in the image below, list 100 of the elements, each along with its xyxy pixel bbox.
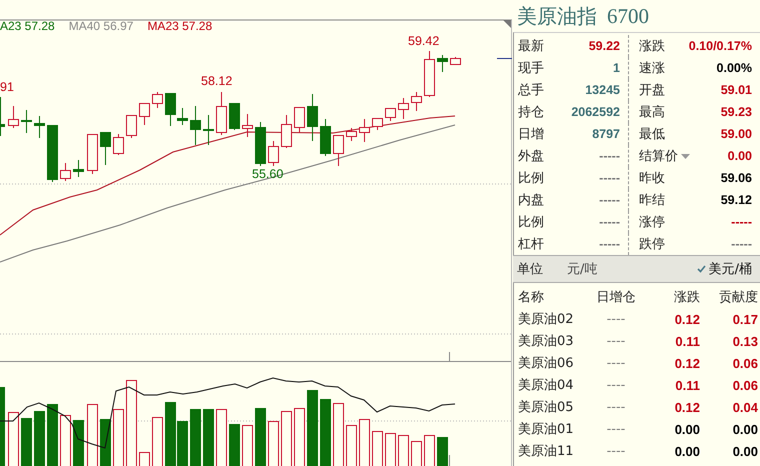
candlestick	[359, 118, 370, 142]
table-cell-text: 0.13	[732, 334, 758, 348]
table-cell-text: 0.12	[674, 356, 700, 370]
unit-option[interactable]: 美元/桶	[696, 260, 752, 278]
quote-value: 8797	[592, 127, 620, 141]
moving-average-legend: A23 57.28	[0, 19, 55, 33]
quote-value: 0.00	[728, 149, 752, 163]
candlestick	[346, 128, 357, 142]
volume-bar	[165, 402, 176, 466]
candlestick	[424, 50, 435, 98]
quote-label: 跌停	[639, 236, 665, 253]
column-header: 日增仓	[596, 289, 636, 306]
quote-value: 13245	[585, 83, 620, 97]
candlestick	[21, 110, 32, 134]
quote-label: 比例	[518, 214, 544, 231]
candlestick	[203, 114, 214, 146]
quote-label: 昨收	[639, 170, 665, 187]
volume-bar	[100, 419, 111, 466]
quote-value: -----	[731, 237, 752, 251]
column-header: 名称	[517, 289, 545, 306]
contract-name: 美原油05	[517, 399, 575, 416]
table-cell-text: 0.04	[732, 400, 758, 414]
quote-value: 59.12	[720, 193, 752, 207]
table-cell-text: ----	[606, 400, 626, 414]
quote-label: 杠杆	[518, 236, 544, 253]
volume-bar	[21, 418, 32, 466]
candlestick	[73, 160, 84, 178]
volume-bar	[34, 411, 45, 466]
quote-value: 59.01	[720, 83, 752, 97]
unit-option[interactable]: 元/吨	[567, 260, 598, 278]
quote-value: 0.00%	[716, 61, 752, 75]
table-cell-text: 0.00	[732, 422, 758, 436]
quote-value: 59.00	[720, 127, 752, 141]
candlestick	[152, 92, 163, 108]
quote-label: 最高	[639, 104, 665, 121]
quote-label: 内盘	[518, 192, 544, 209]
candlestick	[0, 96, 5, 136]
candlestick	[411, 92, 422, 112]
volume-bar	[437, 437, 448, 466]
candlestick	[47, 124, 58, 182]
candlestick	[34, 116, 45, 138]
table-cell-text: 0.11	[674, 378, 700, 392]
quote-value: -----	[599, 193, 620, 207]
contract-name: 美原油03	[517, 333, 575, 350]
price-label: 59.42	[408, 34, 440, 48]
contract-name: 美原油01	[517, 421, 575, 438]
dropdown-arrow-icon[interactable]	[681, 154, 690, 158]
quote-label: 总手	[518, 82, 544, 99]
table-cell-text: ----	[606, 334, 626, 348]
quote-label: 速涨	[639, 60, 665, 77]
quote-label: 现手	[518, 60, 544, 77]
table-cell-text: ----	[606, 312, 626, 326]
quote-value: 59.06	[720, 171, 752, 185]
candlestick	[307, 94, 318, 142]
volume-bar	[255, 408, 266, 466]
quote-value: -----	[599, 149, 620, 163]
moving-average-legend: MA23 57.28	[147, 19, 212, 33]
contract-name: 美原油04	[517, 377, 575, 394]
contract-name: 美原油02	[517, 311, 575, 328]
table-cell-text: 0.00	[674, 444, 700, 458]
candlestick	[333, 134, 344, 166]
candlestick	[190, 106, 201, 146]
volume-bar	[320, 399, 331, 466]
volume-bar	[73, 420, 84, 466]
quote-label: 最低	[639, 126, 665, 143]
quote-label: 外盘	[518, 148, 544, 165]
candlestick	[216, 92, 227, 136]
candlestick	[113, 134, 124, 156]
table-cell-text: 0.00	[732, 444, 758, 458]
instrument-name: 美原油指	[517, 2, 597, 30]
quote-value: 0.10/0.17%	[688, 39, 752, 53]
quote-label: 结算价	[639, 148, 678, 165]
quote-value: 1	[613, 61, 620, 75]
unit-label: 单位	[517, 261, 543, 278]
price-label: 91	[0, 80, 14, 94]
corner-triangle-icon	[503, 20, 511, 28]
quote-label: 比例	[518, 170, 544, 187]
table-cell-text: 0.06	[732, 378, 758, 392]
candlestick	[100, 132, 111, 166]
candlestick	[8, 106, 19, 128]
table-cell-text: 0.12	[674, 312, 700, 326]
volume-bar	[203, 409, 214, 466]
candlestick	[385, 108, 396, 122]
candlestick	[320, 118, 331, 156]
check-icon	[696, 265, 706, 273]
price-marker-line	[496, 58, 512, 59]
table-cell-text: 0.12	[674, 400, 700, 414]
contract-name: 美原油06	[517, 355, 575, 372]
quote-label: 日增	[518, 126, 544, 143]
candlestick	[60, 162, 71, 182]
candlestick	[87, 134, 98, 174]
quote-value: -----	[599, 237, 620, 251]
quote-value: 59.23	[720, 105, 752, 119]
table-cell-text: 0.17	[732, 312, 758, 326]
quote-label: 涨跌	[639, 38, 665, 55]
volume-bar	[190, 409, 201, 466]
candlestick	[281, 114, 292, 148]
table-cell-text: 0.11	[674, 334, 700, 348]
column-header: 贡献度	[718, 289, 758, 306]
candlestick	[372, 118, 383, 130]
